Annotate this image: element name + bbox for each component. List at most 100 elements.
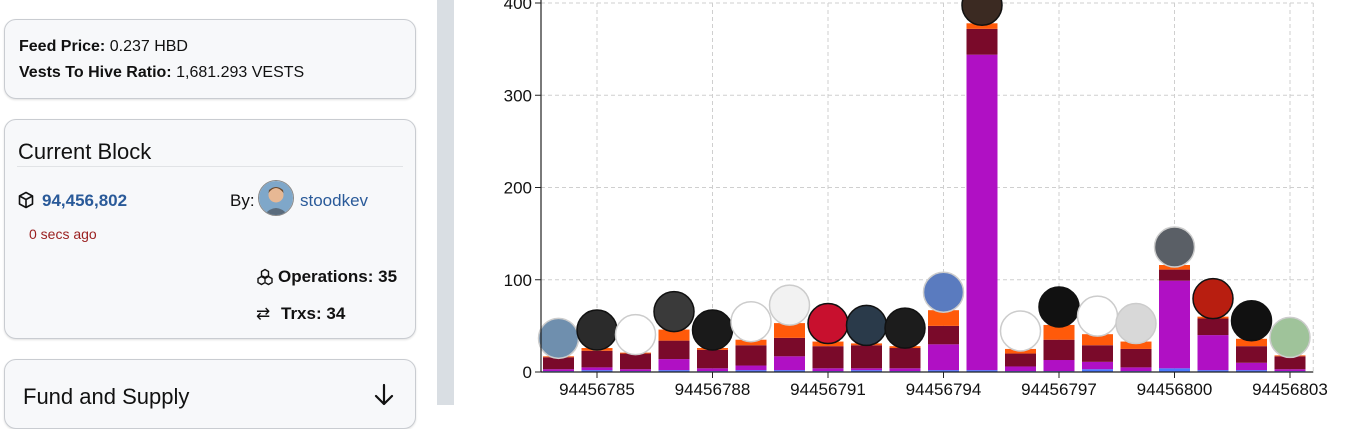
producer-avatar-marker xyxy=(537,317,580,360)
bar-segment xyxy=(889,348,921,369)
transfer-arrows-icon: ⇄ xyxy=(256,304,271,323)
x-tick-label: 94456788 xyxy=(675,380,751,399)
producer-avatar-marker xyxy=(691,309,734,351)
current-block-card: Current Block 94,456,802 0 secs ago By: … xyxy=(4,119,416,339)
bar-segment xyxy=(1043,360,1075,372)
bar-segment xyxy=(1197,318,1229,336)
bar-segment xyxy=(581,367,613,371)
bar-segment xyxy=(1236,346,1267,363)
operations-label: Operations: xyxy=(278,267,374,286)
arrow-down-icon[interactable] xyxy=(371,382,397,413)
bar-segment xyxy=(620,353,651,370)
block-time-ago: 0 secs ago xyxy=(29,226,97,242)
bar-segment xyxy=(1005,366,1036,372)
producer-avatar-marker xyxy=(1038,286,1080,328)
x-tick-label: 94456803 xyxy=(1252,380,1328,399)
producer-avatar-marker xyxy=(1192,277,1234,320)
feed-price-value: 0.237 HBD xyxy=(109,38,188,55)
producer-avatar-marker xyxy=(576,309,618,351)
producer-by-label: By: xyxy=(230,191,255,210)
bar-segment xyxy=(1120,367,1152,372)
block-number-link[interactable]: 94,456,802 xyxy=(42,191,127,211)
bar-segment xyxy=(966,28,998,55)
operations-count: Operations: 35 xyxy=(278,267,397,287)
card-divider xyxy=(17,166,403,167)
x-tick-label: 94456797 xyxy=(1021,380,1097,399)
producer-avatar-marker xyxy=(807,302,849,345)
producer-avatar-marker xyxy=(961,0,1003,27)
bar-segment xyxy=(658,359,690,371)
bar-segment xyxy=(928,344,959,371)
bar-segment xyxy=(928,325,959,345)
producer-avatar-marker xyxy=(1269,316,1311,359)
bar-segment xyxy=(889,368,921,372)
chart-avatars xyxy=(537,0,1311,360)
x-tick-label: 94456785 xyxy=(559,380,635,399)
bar-segment xyxy=(1274,356,1306,370)
producer-avatar-marker xyxy=(1115,302,1157,345)
bar-segment xyxy=(1236,362,1267,371)
bar-segment xyxy=(851,368,882,371)
producer-avatar-marker xyxy=(614,313,657,356)
sidebar: Feed Price: 0.237 HBD Vests To Hive Rati… xyxy=(0,0,437,429)
bar-segment xyxy=(543,369,574,372)
feed-price-row: Feed Price: 0.237 HBD xyxy=(19,38,188,56)
bar-segment xyxy=(1082,345,1113,362)
y-tick-label: 100 xyxy=(504,271,532,290)
current-block-title: Current Block xyxy=(18,139,152,164)
bar-segment xyxy=(1197,335,1229,371)
bar-segment xyxy=(812,346,844,369)
feed-price-label: Feed Price: xyxy=(19,38,106,55)
producer-avatar-marker xyxy=(999,310,1042,352)
fund-supply-title: Fund and Supply xyxy=(23,384,190,409)
bar-segment xyxy=(1274,369,1306,372)
producer-avatar-marker xyxy=(653,290,695,333)
bar-segment xyxy=(658,340,690,360)
producer-avatar-marker xyxy=(768,284,811,326)
vests-ratio-value: 1,681.293 VESTS xyxy=(176,64,305,81)
bar-segment xyxy=(1120,348,1152,368)
bar-segment xyxy=(812,368,844,372)
feed-price-card: Feed Price: 0.237 HBD Vests To Hive Rati… xyxy=(4,19,416,99)
y-tick-label: 300 xyxy=(504,86,532,105)
producer-avatar-marker xyxy=(922,271,965,313)
vests-ratio-row: Vests To Hive Ratio: 1,681.293 VESTS xyxy=(19,64,304,82)
bar-segment xyxy=(1043,339,1075,361)
fund-supply-card[interactable]: Fund and Supply xyxy=(4,359,416,429)
block-operations-chart: 0 100 200 300 400 94456785 94456788 94456791 944… xyxy=(454,0,1352,405)
producer-avatar-marker xyxy=(1230,300,1273,342)
bar-segment xyxy=(697,368,728,372)
x-tick-label: 94456794 xyxy=(906,380,982,399)
cube-icon xyxy=(18,191,34,214)
y-tick-label: 200 xyxy=(504,179,532,198)
producer-avatar-marker xyxy=(1076,295,1119,337)
trxs-label: Trxs: xyxy=(281,304,322,323)
bar-segment xyxy=(1005,353,1036,367)
bar-segment xyxy=(620,369,651,372)
x-tick-label: 94456791 xyxy=(790,380,866,399)
bar-segment xyxy=(774,356,805,371)
trxs-value: 34 xyxy=(326,304,346,323)
bar-segment xyxy=(1082,361,1113,370)
chart-svg: 0 100 200 300 400 94456785 94456788 94456791 944… xyxy=(504,0,1328,399)
bar-segment xyxy=(966,54,998,371)
y-tick-label: 0 xyxy=(523,363,532,382)
producer-avatar-marker xyxy=(1153,226,1196,268)
vests-ratio-label: Vests To Hive Ratio: xyxy=(19,64,172,81)
operations-icon xyxy=(256,268,274,291)
producer-avatar-marker xyxy=(884,307,926,349)
producer-avatar[interactable] xyxy=(258,180,294,216)
bar-segment xyxy=(851,345,882,369)
bar-segment xyxy=(581,350,613,368)
trxs-count: Trxs: 34 xyxy=(281,304,345,324)
panel-divider[interactable] xyxy=(437,0,454,405)
operations-value: 35 xyxy=(378,267,398,286)
producer-avatar-marker xyxy=(845,304,888,347)
bar-segment xyxy=(774,337,805,357)
producer-name-link[interactable]: stoodkev xyxy=(300,191,368,211)
bar-segment xyxy=(1159,280,1190,369)
bar-segment xyxy=(735,345,767,366)
bar-segment xyxy=(735,365,767,371)
producer-avatar-marker xyxy=(730,300,772,343)
y-tick-label: 400 xyxy=(504,0,532,13)
